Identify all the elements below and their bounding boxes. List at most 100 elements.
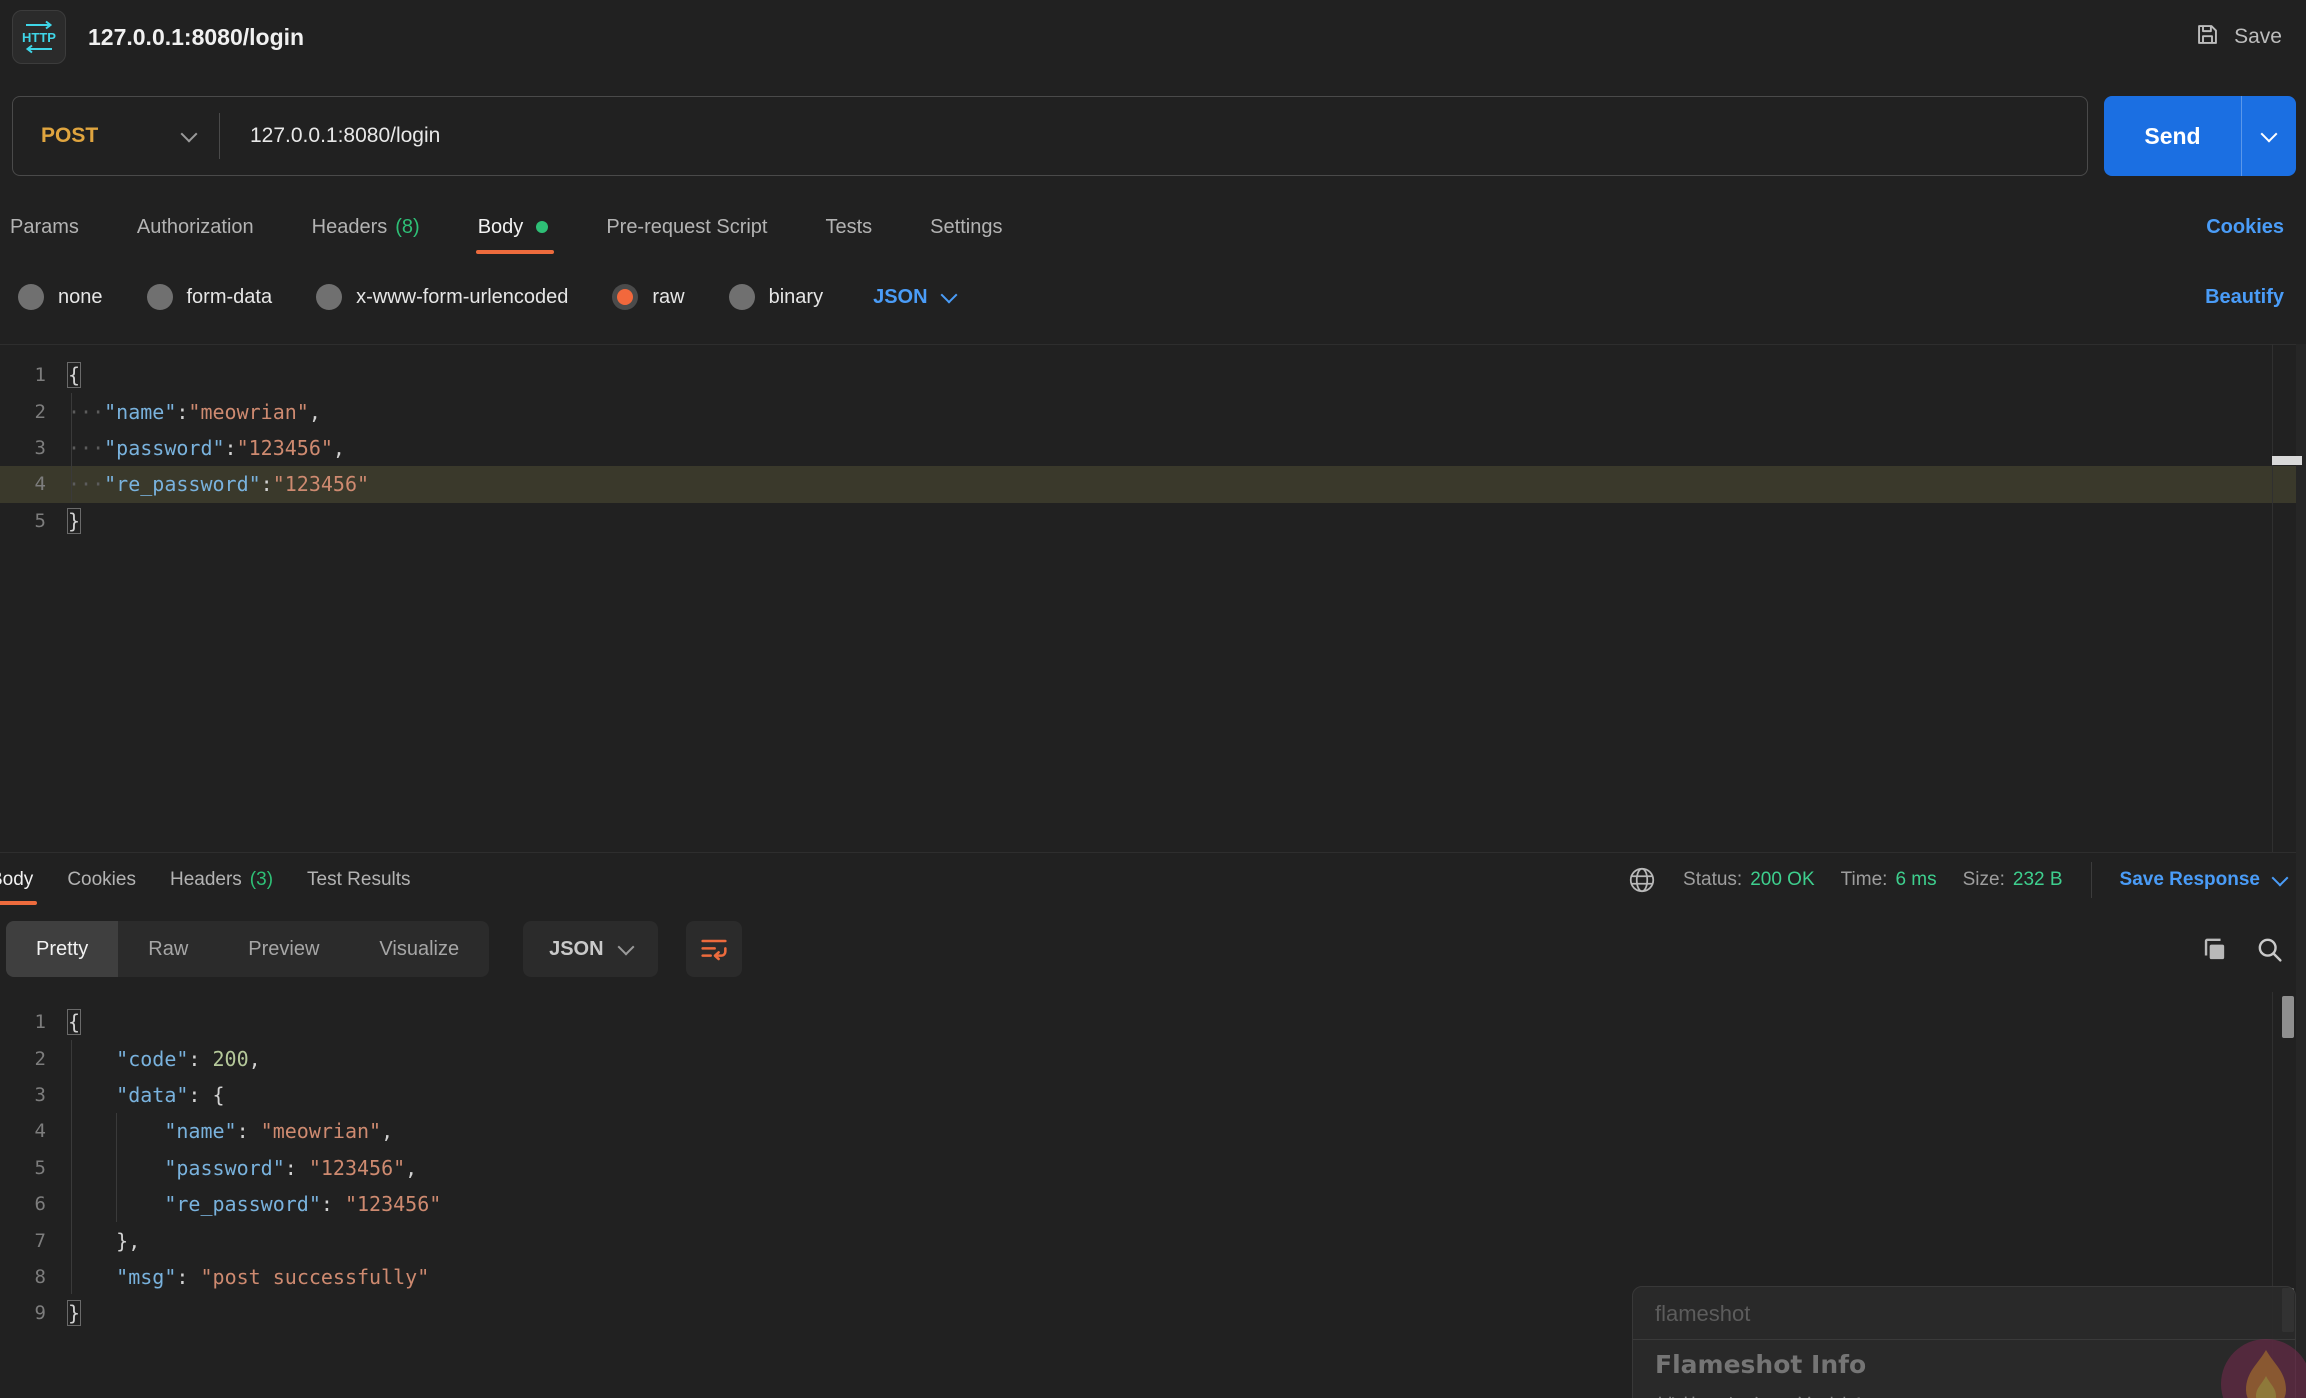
chevron-down-icon [617,938,634,955]
save-label: Save [2234,25,2282,49]
response-status: Status: 200 OK [1683,869,1815,891]
response-scrollbar-thumb[interactable] [2282,996,2294,1038]
save-response-button[interactable]: Save Response [2120,869,2286,891]
globe-icon [1627,865,1657,895]
title-bar: HTTP 127.0.0.1:8080/login Save [0,0,2306,74]
line-number: 9 [0,1302,46,1324]
code-line: 6 "re_password": "123456" [0,1186,2306,1222]
notification-message: 捕获已保存至剪贴板。 [1655,1389,2273,1398]
indent-guide [71,393,72,502]
response-meta: Status: 200 OK Time: 6 ms Size: 232 B Sa… [1627,862,2306,898]
url-input[interactable] [220,124,2087,148]
response-editor-lines: 1{2 "code": 200,3 "data": {4 "name": "me… [0,1004,2306,1332]
tab-headers[interactable]: Headers(8) [312,196,420,258]
tab-authorization[interactable]: Authorization [137,196,254,258]
response-format-label: JSON [549,938,603,961]
scrollbar-track[interactable] [2296,344,2306,1398]
code-line: 2···"name":"meowrian", [0,393,2306,429]
radio-icon [729,284,755,310]
view-tab-visualize[interactable]: Visualize [349,921,489,977]
divider [2272,344,2273,852]
body-mode-form-data[interactable]: form-data [147,284,273,310]
radio-icon [18,284,44,310]
code-line: 3···"password":"123456", [0,430,2306,466]
chevron-down-icon [181,125,198,142]
line-number: 3 [0,1084,46,1106]
code-line: 1{ [0,357,2306,393]
line-number: 6 [0,1193,46,1215]
body-mode-row: none form-data x-www-form-urlencoded raw bin… [0,268,2306,326]
line-number: 1 [0,1011,46,1033]
code-line: 5 "password": "123456", [0,1150,2306,1186]
chevron-down-icon [2272,869,2289,886]
tab-body[interactable]: Body [478,196,549,258]
request-tabs: Params Authorization Headers(8) Body Pre-req… [0,196,2306,258]
tab-body[interactable]: Body [0,853,33,907]
save-button[interactable]: Save [2194,21,2282,54]
body-mode-x-www-form-urlencoded[interactable]: x-www-form-urlencoded [316,284,568,310]
beautify-link[interactable]: Beautify [2205,286,2284,309]
response-format-selector[interactable]: JSON [523,921,657,977]
radio-icon [147,284,173,310]
view-tab-pretty[interactable]: Pretty [6,921,118,977]
line-number: 5 [0,1157,46,1179]
content-type-label: JSON [873,286,927,309]
chevron-down-icon [940,286,957,303]
line-number: 2 [0,1048,46,1070]
tab-tests[interactable]: Tests [825,196,872,258]
view-tab-preview[interactable]: Preview [218,921,349,977]
flameshot-app-name: flameshot [1655,1301,2273,1327]
tab-params[interactable]: Params [10,196,79,258]
url-bar: POST [12,96,2088,176]
request-title: 127.0.0.1:8080/login [88,24,304,51]
code-line: 3 "data": { [0,1077,2306,1113]
save-icon [2194,21,2221,54]
indent-guide [116,1113,117,1222]
tab-settings[interactable]: Settings [930,196,1002,258]
indent-guide [71,1040,72,1294]
response-tabs-list: Body Cookies Headers(3) Test Results [0,853,445,907]
body-mode-raw[interactable]: raw [612,284,684,310]
tab-test-results[interactable]: Test Results [307,853,410,907]
cookies-link[interactable]: Cookies [2206,216,2284,239]
view-tab-raw[interactable]: Raw [118,921,218,977]
response-view-tabs: PrettyRawPreviewVisualize [6,921,489,977]
radio-icon [316,284,342,310]
code-line: 4 "name": "meowrian", [0,1113,2306,1149]
tab-headers[interactable]: Headers(3) [170,853,273,907]
body-mode-binary[interactable]: binary [729,284,823,310]
code-line: 5} [0,503,2306,539]
response-time: Time: 6 ms [1841,869,1937,891]
line-number: 5 [0,510,46,532]
line-number: 4 [0,473,46,495]
method-selector[interactable]: POST [13,124,219,148]
http-badge-icon: HTTP [12,10,66,64]
postman-app: HTTP 127.0.0.1:8080/login Save POST Send [0,0,2306,1398]
content-type-selector[interactable]: JSON [873,286,954,309]
line-number: 8 [0,1266,46,1288]
line-number: 7 [0,1230,46,1252]
response-toolbar-actions [2200,935,2306,964]
request-body-editor[interactable]: 1{2···"name":"meowrian",3···"password":"… [0,344,2306,852]
flameshot-notification: flameshot Flameshot Info 捕获已保存至剪贴板。 [1632,1286,2296,1398]
copy-button[interactable] [2200,935,2229,964]
request-editor-lines: 1{2···"name":"meowrian",3···"password":"… [0,357,2306,539]
svg-text:HTTP: HTTP [22,30,56,45]
send-button[interactable]: Send [2104,96,2296,176]
notification-title: Flameshot Info [1655,1350,2273,1379]
tab-pre-request-script[interactable]: Pre-request Script [606,196,767,258]
wrap-text-button[interactable] [686,921,742,977]
response-size: Size: 232 B [1963,869,2063,891]
send-options-button[interactable] [2241,96,2296,176]
tab-cookies[interactable]: Cookies [67,853,136,907]
send-label[interactable]: Send [2104,96,2241,176]
overview-ruler-marker [2272,456,2302,465]
code-line: 7 }, [0,1222,2306,1258]
line-number: 3 [0,437,46,459]
body-mode-none[interactable]: none [18,284,103,310]
wrap-text-icon [698,933,730,965]
request-tabs-list: Params Authorization Headers(8) Body Pre-req… [10,196,1060,258]
body-mode-list: none form-data x-www-form-urlencoded raw bin… [18,284,823,310]
search-icon [2255,935,2284,964]
search-button[interactable] [2255,935,2284,964]
